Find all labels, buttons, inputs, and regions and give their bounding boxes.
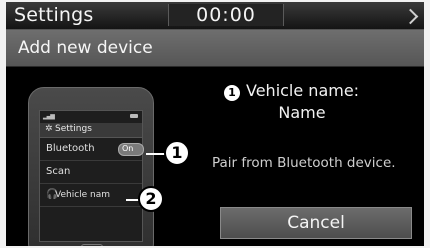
page-title: Add new device bbox=[18, 38, 153, 58]
phone-row-bluetooth: Bluetooth On bbox=[40, 138, 144, 161]
head-unit-screen: Settings 00:00 Add new device ▂▄▆ ✲ Sett… bbox=[6, 2, 424, 246]
phone-row-label: Vehicle nam bbox=[55, 190, 111, 200]
phone-settings-label: Settings bbox=[55, 124, 92, 134]
phone-row-label: Bluetooth bbox=[46, 143, 95, 154]
phone-settings-header: ✲ Settings bbox=[40, 123, 142, 138]
info-number-badge: 1 bbox=[224, 85, 240, 101]
phone-screen: ▂▄▆ ✲ Settings Bluetooth On Scan 🎧 Vehic… bbox=[39, 110, 144, 242]
clock: 00:00 bbox=[196, 4, 256, 26]
callout-leader-1 bbox=[146, 153, 166, 155]
callout-badge-1: 1 bbox=[164, 140, 190, 166]
callout-badge-2: 2 bbox=[138, 186, 164, 212]
pairing-instruction: Pair from Bluetooth device. bbox=[212, 155, 396, 171]
bluetooth-toggle: On bbox=[118, 143, 144, 156]
cancel-button[interactable]: Cancel bbox=[220, 207, 412, 239]
signal-icon: ▂▄▆ bbox=[43, 113, 55, 120]
phone-row-vehicle: 🎧 Vehicle nam bbox=[40, 184, 142, 207]
battery-icon bbox=[130, 114, 138, 118]
toggle-label: On bbox=[122, 144, 134, 153]
clock-box: 00:00 bbox=[168, 4, 284, 26]
phone-row-label: Scan bbox=[46, 166, 71, 177]
gear-icon: ✲ bbox=[45, 124, 53, 134]
content-area: ▂▄▆ ✲ Settings Bluetooth On Scan 🎧 Vehic… bbox=[6, 67, 424, 246]
vehicle-name-label: Vehicle name: bbox=[246, 81, 360, 100]
vehicle-name-value: Name bbox=[278, 103, 326, 122]
title-bar: Add new device bbox=[6, 30, 424, 67]
phone-row-scan: Scan bbox=[40, 161, 142, 184]
app-title: Settings bbox=[14, 4, 94, 26]
status-bar: Settings 00:00 bbox=[6, 2, 424, 30]
phone-home-button bbox=[81, 244, 103, 246]
chevron-icon bbox=[402, 8, 419, 25]
phone-illustration: ▂▄▆ ✲ Settings Bluetooth On Scan 🎧 Vehic… bbox=[28, 87, 154, 246]
